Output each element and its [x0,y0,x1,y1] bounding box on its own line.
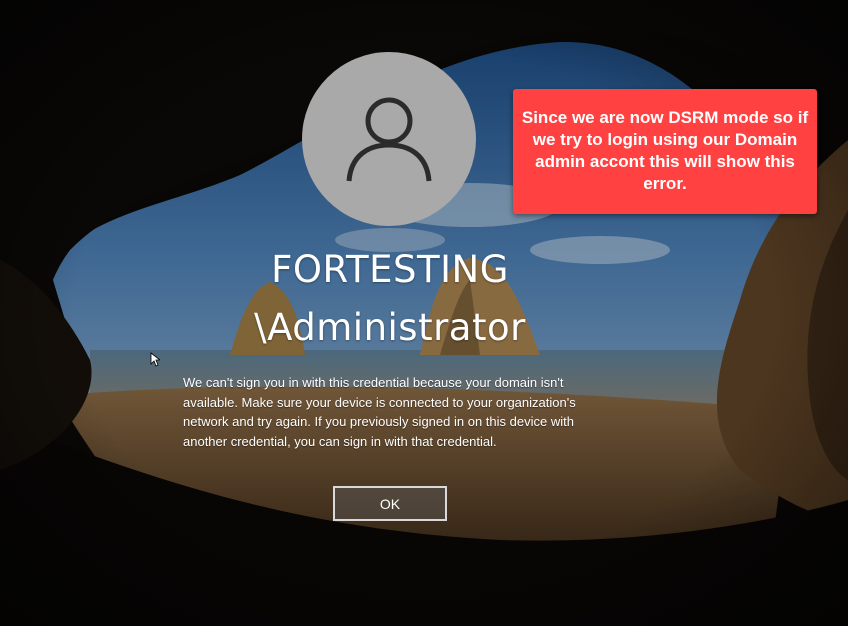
username-domain: FORTESTING [271,248,509,291]
user-avatar [302,52,476,226]
username-account: \Administrator [254,306,526,349]
mouse-cursor-icon [150,352,160,367]
sign-in-error-message: We can't sign you in with this credentia… [183,375,576,449]
user-silhouette-icon [346,97,432,182]
ok-button[interactable]: OK [333,486,447,521]
annotation-text: Since we are now DSRM mode so if we try … [521,108,809,193]
lock-screen: FORTESTING \Administrator We can't sign … [0,0,848,626]
annotation-callout: Since we are now DSRM mode so if we try … [513,89,817,214]
